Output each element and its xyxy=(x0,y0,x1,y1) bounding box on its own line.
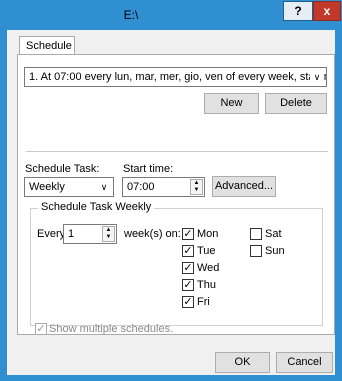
every-label: Every xyxy=(37,228,66,240)
day-label: Thu xyxy=(197,279,216,291)
spinner-arrows-icon[interactable]: ▲ ▼ xyxy=(190,179,203,195)
delete-button[interactable]: Delete xyxy=(265,93,327,114)
checkbox-empty-icon[interactable] xyxy=(250,245,262,257)
new-button[interactable]: New xyxy=(204,93,259,114)
help-button[interactable]: ? xyxy=(283,1,313,21)
start-time-field[interactable]: 07:00 ▲ ▼ xyxy=(122,177,205,197)
checkmark-icon[interactable]: ✓ xyxy=(182,262,194,274)
day-label: Sat xyxy=(265,228,282,240)
advanced-button[interactable]: Advanced... xyxy=(212,176,276,197)
checkmark-icon[interactable]: ✓ xyxy=(182,296,194,308)
schedule-panel: 1. At 07:00 every lun, mar, mer, gio, ve… xyxy=(17,54,335,335)
schedule-list-value: 1. At 07:00 every lun, mar, mer, gio, ve… xyxy=(29,71,326,83)
checkmark-icon[interactable]: ✓ xyxy=(182,228,194,240)
checkbox-empty-icon[interactable] xyxy=(250,228,262,240)
close-button[interactable]: x xyxy=(313,1,341,21)
every-weeks-field[interactable]: 1 ▲ ▼ xyxy=(63,224,117,244)
checkmark-icon[interactable]: ✓ xyxy=(182,279,194,291)
spinner-arrows-icon[interactable]: ▲ ▼ xyxy=(102,226,115,242)
day-label: Fri xyxy=(197,296,210,308)
start-time-value: 07:00 xyxy=(127,181,155,193)
schedule-task-dropdown[interactable]: Weekly ∨ xyxy=(24,177,114,197)
schedule-task-value: Weekly xyxy=(29,181,65,193)
title-bar[interactable]: E:\ ? x xyxy=(0,0,342,30)
ok-button[interactable]: OK xyxy=(215,352,270,373)
dialog-window: E:\ ? x Schedule 1. At 07:00 every lun, … xyxy=(0,0,342,381)
dialog-client: Schedule 1. At 07:00 every lun, mar, mer… xyxy=(7,30,335,375)
day-label: Sun xyxy=(265,245,285,257)
weekly-group-title: Schedule Task Weekly xyxy=(38,201,155,213)
window-title: E:\ xyxy=(123,8,139,22)
every-weeks-value: 1 xyxy=(68,228,75,240)
weeks-on-label: week(s) on: xyxy=(124,228,181,240)
chevron-down-icon: ∨ xyxy=(97,178,111,196)
day-label: Wed xyxy=(197,262,220,274)
start-time-label: Start time: xyxy=(123,163,174,175)
separator xyxy=(26,151,328,152)
show-multiple-label: Show multiple schedules. xyxy=(49,323,174,335)
day-label: Tue xyxy=(197,245,216,257)
chevron-down-icon: ∨ xyxy=(310,68,324,86)
day-label: Mon xyxy=(197,228,219,240)
checkmark-icon[interactable]: ✓ xyxy=(182,245,194,257)
checkmark-icon[interactable]: ✓ xyxy=(35,323,47,335)
schedule-task-label: Schedule Task: xyxy=(25,163,100,175)
tab-schedule[interactable]: Schedule xyxy=(19,36,75,54)
schedule-list-dropdown[interactable]: 1. At 07:00 every lun, mar, mer, gio, ve… xyxy=(24,67,327,87)
cancel-button[interactable]: Cancel xyxy=(276,352,333,373)
